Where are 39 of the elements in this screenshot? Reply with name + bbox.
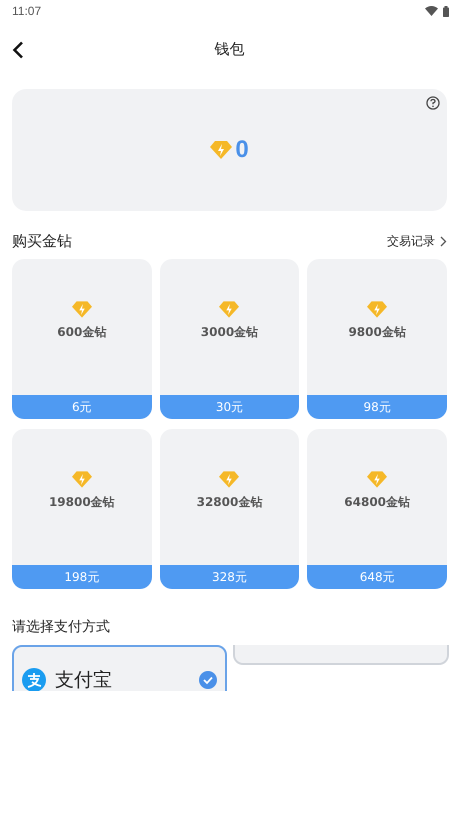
- battery-icon: [443, 6, 449, 16]
- back-icon[interactable]: [12, 41, 24, 59]
- package-price: 98元: [307, 395, 447, 419]
- balance-amount: 0: [235, 136, 249, 164]
- history-link[interactable]: 交易记录: [387, 232, 447, 250]
- package-amount: 9800金钻: [348, 324, 406, 341]
- package-price: 328元: [160, 565, 300, 589]
- chevron-right-icon: [440, 236, 447, 246]
- diamond-icon: [219, 301, 240, 318]
- alipay-icon: [22, 668, 46, 691]
- package-amount: 3000金钻: [200, 324, 258, 341]
- diamond-icon: [72, 471, 92, 488]
- package-amount: 64800金钻: [344, 494, 410, 511]
- section-title: 购买金钻: [12, 232, 72, 250]
- package-price: 30元: [160, 395, 300, 419]
- package-card[interactable]: 9800金钻 98元: [307, 259, 447, 419]
- package-card[interactable]: 64800金钻 648元: [307, 429, 447, 589]
- package-price: 198元: [12, 565, 152, 589]
- diamond-icon: [367, 301, 388, 318]
- diamond-icon: [72, 301, 92, 318]
- package-card[interactable]: 3000金钻 30元: [160, 259, 300, 419]
- diamond-icon: [219, 471, 240, 488]
- package-amount: 19800金钻: [48, 494, 115, 511]
- wifi-icon: [425, 6, 438, 16]
- help-icon[interactable]: [426, 96, 440, 110]
- package-card[interactable]: 600金钻 6元: [12, 259, 152, 419]
- diamond-icon: [210, 141, 232, 159]
- payment-option[interactable]: 支付宝: [12, 645, 227, 691]
- package-card[interactable]: 19800金钻 198元: [12, 429, 152, 589]
- package-card[interactable]: 32800金钻 328元: [160, 429, 300, 589]
- diamond-icon: [367, 471, 388, 488]
- status-time: 11:07: [12, 4, 42, 18]
- page-title: 钱包: [214, 40, 244, 58]
- package-price: 648元: [307, 565, 447, 589]
- package-price: 6元: [12, 395, 152, 419]
- check-icon: [199, 671, 217, 689]
- section-title: 请选择支付方式: [12, 618, 111, 636]
- package-amount: 600金钻: [57, 324, 106, 341]
- package-amount: 32800金钻: [196, 494, 262, 511]
